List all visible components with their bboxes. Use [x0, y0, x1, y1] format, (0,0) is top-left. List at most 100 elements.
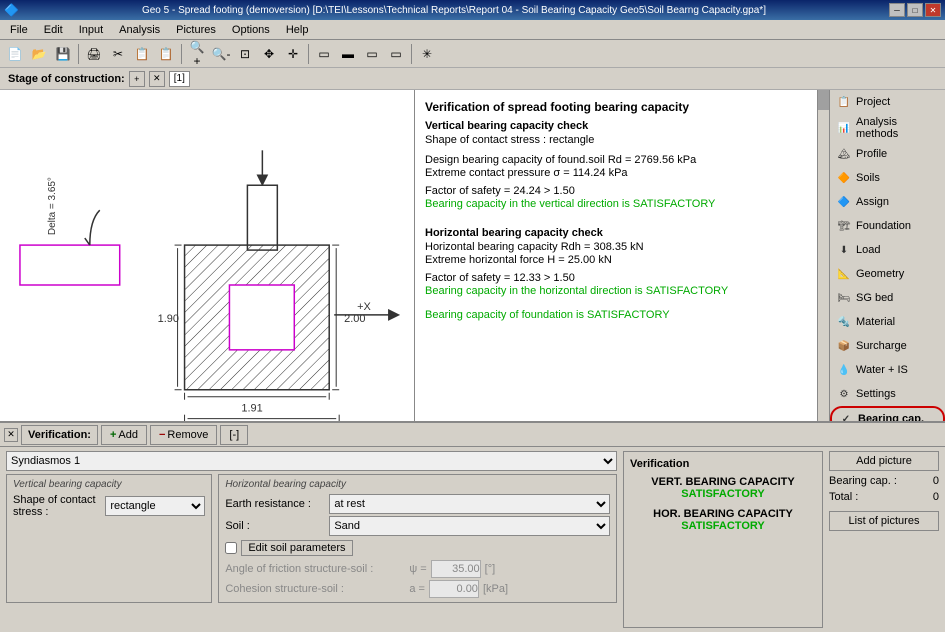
- toolbar-draw2[interactable]: ▬: [337, 43, 359, 65]
- angle-row: Angle of friction structure-soil : ψ = […: [225, 560, 610, 578]
- results-title: Verification of spread footing bearing c…: [425, 100, 813, 114]
- add-icon: +: [110, 429, 116, 441]
- foundation-result: Bearing capacity of foundation is SATISF…: [425, 309, 813, 321]
- cohesion-symbol: a =: [409, 583, 425, 595]
- toolbar-draw1[interactable]: ▭: [313, 43, 335, 65]
- close-button[interactable]: ✕: [925, 3, 941, 17]
- vertical-capacity-section: Vertical bearing capacity Shape of conta…: [6, 474, 212, 603]
- tab-remove-label: Remove: [167, 429, 208, 441]
- toolbar-zoom-all[interactable]: ⊡: [234, 43, 256, 65]
- verification-area: Verification VERT. BEARING CAPACITY SATI…: [623, 451, 823, 628]
- stage-remove-button[interactable]: ✕: [149, 71, 165, 87]
- tab-bracket[interactable]: [-]: [220, 425, 248, 445]
- toolbar-new[interactable]: 📄: [4, 43, 26, 65]
- angle-symbol: ψ =: [409, 563, 426, 575]
- form-area: Syndiasmos 1 Vertical bearing capacity S…: [6, 451, 617, 628]
- right-panel-settings[interactable]: ⚙ Settings: [830, 382, 945, 406]
- list-pictures-button[interactable]: List of pictures: [829, 511, 939, 531]
- toolbar-btn4[interactable]: 🖨: [83, 43, 105, 65]
- right-panel-analysis-methods[interactable]: 📊 Analysis methods: [830, 114, 945, 142]
- soils-icon: 🔶: [836, 170, 852, 186]
- toolbar-zoom-in[interactable]: 🔍+: [186, 43, 208, 65]
- tab-bracket-label: [-]: [229, 429, 239, 441]
- load-icon: ⬇: [836, 242, 852, 258]
- bottom-content: Syndiasmos 1 Vertical bearing capacity S…: [0, 447, 945, 632]
- cohesion-row: Cohesion structure-soil : a = [kPa]: [225, 580, 610, 598]
- add-picture-button[interactable]: Add picture: [829, 451, 939, 471]
- horizontal-section-label: Horizontal bearing capacity check: [425, 227, 813, 239]
- stage-label: Stage of construction:: [8, 73, 125, 85]
- right-panel-surcharge[interactable]: 📦 Surcharge: [830, 334, 945, 358]
- water-is-label: Water + IS: [856, 364, 908, 376]
- menu-file[interactable]: File: [2, 22, 36, 38]
- right-panel-foundation[interactable]: 🏗 Foundation: [830, 214, 945, 238]
- extreme-horizontal-line: Extreme horizontal force H = 25.00 kN: [425, 254, 813, 266]
- vert-satisfactory: SATISFACTORY: [630, 488, 816, 500]
- project-icon: 📋: [836, 94, 852, 110]
- right-panel-sg-bed[interactable]: 🛏 SG bed: [830, 286, 945, 310]
- syndiasmos-select[interactable]: Syndiasmos 1: [6, 451, 617, 471]
- total-count-value: 0: [933, 491, 939, 503]
- right-panel-load[interactable]: ⬇ Load: [830, 238, 945, 262]
- menu-bar: File Edit Input Analysis Pictures Option…: [0, 20, 945, 40]
- earth-resistance-select[interactable]: at rest: [329, 494, 610, 514]
- geometry-icon: 📐: [836, 266, 852, 282]
- vertical-section-label: Vertical bearing capacity check: [425, 120, 813, 132]
- toolbar-pan[interactable]: ✥: [258, 43, 280, 65]
- close-panel-button[interactable]: ✕: [4, 428, 18, 442]
- minimize-button[interactable]: ─: [889, 3, 905, 17]
- toolbar-btn7[interactable]: 📋: [155, 43, 177, 65]
- angle-unit: [°]: [485, 563, 496, 575]
- soil-select[interactable]: Sand: [329, 516, 610, 536]
- edit-soil-params-checkbox[interactable]: [225, 542, 237, 554]
- right-panel-project[interactable]: 📋 Project: [830, 90, 945, 114]
- settings-icon: ⚙: [836, 386, 852, 402]
- bearing-cap-count-row: Bearing cap. : 0: [829, 475, 939, 487]
- toolbar-star[interactable]: ✳: [416, 43, 438, 65]
- menu-analysis[interactable]: Analysis: [111, 22, 168, 38]
- extreme-contact-line: Extreme contact pressure σ = 114.24 kPa: [425, 167, 813, 179]
- edit-soil-params-label: Edit soil parameters: [241, 540, 352, 556]
- maximize-button[interactable]: □: [907, 3, 923, 17]
- toolbar-draw3[interactable]: ▭: [361, 43, 383, 65]
- toolbar-draw4[interactable]: ▭: [385, 43, 407, 65]
- scrollbar-thumb[interactable]: [818, 90, 830, 110]
- settings-label: Settings: [856, 388, 896, 400]
- menu-edit[interactable]: Edit: [36, 22, 71, 38]
- angle-input[interactable]: [431, 560, 481, 578]
- satisfactory-2: Bearing capacity in the horizontal direc…: [425, 285, 813, 297]
- toolbar-btn5[interactable]: ✂: [107, 43, 129, 65]
- analysis-methods-label: Analysis methods: [856, 116, 939, 140]
- menu-input[interactable]: Input: [71, 22, 111, 38]
- right-panel-material[interactable]: 🔩 Material: [830, 310, 945, 334]
- menu-help[interactable]: Help: [278, 22, 317, 38]
- toolbar-open[interactable]: 📂: [28, 43, 50, 65]
- right-panel-water-is[interactable]: 💧 Water + IS: [830, 358, 945, 382]
- stage-add-button[interactable]: +: [129, 71, 145, 87]
- factor-safety-2: Factor of safety = 12.33 > 1.50: [425, 272, 813, 284]
- right-panel-geometry[interactable]: 📐 Geometry: [830, 262, 945, 286]
- tab-add[interactable]: + Add: [101, 425, 147, 445]
- toolbar-zoom-out[interactable]: 🔍-: [210, 43, 232, 65]
- tab-remove[interactable]: − Remove: [150, 425, 217, 445]
- earth-resistance-row: Earth resistance : at rest: [225, 494, 610, 514]
- shape-select[interactable]: rectangle: [105, 496, 205, 516]
- sg-bed-label: SG bed: [856, 292, 893, 304]
- horizontal-section-title: Horizontal bearing capacity: [225, 479, 610, 490]
- verification-title: Verification: [630, 458, 816, 470]
- foundation-icon: 🏗: [836, 218, 852, 234]
- tab-verification[interactable]: Verification:: [21, 425, 98, 445]
- svg-text:1.91: 1.91: [241, 403, 262, 415]
- menu-pictures[interactable]: Pictures: [168, 22, 224, 38]
- menu-options[interactable]: Options: [224, 22, 278, 38]
- satisfactory-1: Bearing capacity in the vertical directi…: [425, 198, 813, 210]
- toolbar-save[interactable]: 💾: [52, 43, 74, 65]
- shape-label: Shape of contact stress : rectangle: [425, 134, 813, 146]
- cohesion-input[interactable]: [429, 580, 479, 598]
- toolbar-cross[interactable]: ✛: [282, 43, 304, 65]
- profile-label: Profile: [856, 148, 887, 160]
- right-panel-soils[interactable]: 🔶 Soils: [830, 166, 945, 190]
- toolbar-btn6[interactable]: 📋: [131, 43, 153, 65]
- right-panel-profile[interactable]: 🏔 Profile: [830, 142, 945, 166]
- right-panel-assign[interactable]: 🔷 Assign: [830, 190, 945, 214]
